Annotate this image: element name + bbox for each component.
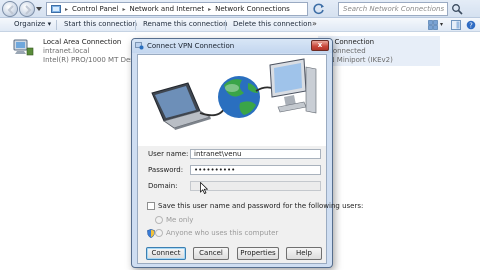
rename-connection-button[interactable]: Rename this connection	[143, 20, 228, 28]
dialog-title: Connect VPN Connection	[147, 42, 235, 50]
control-panel-icon	[51, 4, 61, 13]
save-credentials-label: Save this user name and password for the…	[158, 202, 364, 210]
me-only-label: Me only	[166, 216, 194, 224]
breadcrumb-network-connections[interactable]: Network Connections	[215, 5, 290, 13]
monitor-icon	[269, 58, 317, 114]
breadcrumb[interactable]: ▸ Control Panel ▸ Network and Internet ▸…	[46, 2, 308, 16]
command-separator	[56, 20, 57, 30]
recent-pages-dropdown-icon[interactable]	[36, 6, 42, 12]
forward-arrow-icon	[25, 5, 32, 15]
breadcrumb-control-panel[interactable]: Control Panel	[72, 5, 118, 13]
close-button[interactable]: x	[311, 40, 329, 51]
password-label: Password:	[148, 166, 184, 174]
forward-button[interactable]	[19, 1, 35, 17]
breadcrumb-separator: ▸	[122, 5, 126, 13]
cancel-button[interactable]: Cancel	[193, 247, 229, 260]
mouse-cursor-icon	[200, 182, 208, 194]
properties-button[interactable]: Properties	[237, 247, 279, 260]
vpn-illustration	[138, 55, 326, 146]
more-commands-button[interactable]: »	[312, 19, 317, 28]
domain-label: Domain:	[148, 182, 178, 190]
back-button[interactable]	[2, 1, 18, 17]
network-adapter-icon	[13, 39, 34, 56]
view-dropdown-icon[interactable]: ▾	[440, 21, 443, 28]
domain-field[interactable]	[190, 181, 321, 191]
help-button[interactable]: Help	[286, 247, 322, 260]
save-credentials-checkbox[interactable]	[147, 202, 155, 210]
laptop-icon	[151, 82, 211, 130]
organize-label: Organize	[14, 20, 46, 28]
back-arrow-icon	[7, 5, 14, 15]
command-bar: Organize ▾ Start this connection Rename …	[0, 18, 480, 32]
search-icon[interactable]	[451, 3, 463, 15]
svg-text:?: ?	[469, 22, 473, 30]
preview-pane-icon[interactable]	[451, 20, 461, 30]
uac-shield-icon	[147, 229, 155, 238]
breadcrumb-separator: ▸	[208, 5, 212, 13]
username-field[interactable]: intranet\venu	[190, 149, 321, 159]
search-input[interactable]: Search Network Connections	[338, 2, 448, 16]
dialog-title-bar[interactable]: Connect VPN Connection x	[132, 39, 332, 53]
command-separator	[135, 20, 136, 30]
breadcrumb-separator: ▸	[65, 5, 69, 13]
me-only-radio[interactable]	[155, 216, 163, 224]
organize-menu[interactable]: Organize ▾	[14, 20, 51, 28]
start-connection-button[interactable]: Start this connection	[64, 20, 137, 28]
refresh-icon[interactable]	[312, 2, 326, 16]
command-separator	[225, 20, 226, 30]
change-view-icon[interactable]	[428, 20, 438, 30]
password-field[interactable]: ••••••••••	[190, 165, 321, 175]
anyone-radio[interactable]	[155, 229, 163, 237]
anyone-label: Anyone who uses this computer	[166, 229, 279, 237]
globe-icon	[218, 76, 260, 118]
help-icon[interactable]: ?	[466, 20, 476, 30]
connect-button[interactable]: Connect	[146, 247, 186, 260]
breadcrumb-network-and-internet[interactable]: Network and Internet	[129, 5, 204, 13]
delete-connection-button[interactable]: Delete this connection	[233, 20, 312, 28]
username-label: User name:	[148, 150, 189, 158]
address-bar-row: ▸ Control Panel ▸ Network and Internet ▸…	[0, 0, 480, 18]
connect-vpn-dialog: Connect VPN Connection x User name: intr…	[131, 38, 363, 268]
dialog-body: User name: intranet\venu Password: •••••…	[137, 54, 363, 264]
vpn-connection-icon	[135, 42, 144, 50]
